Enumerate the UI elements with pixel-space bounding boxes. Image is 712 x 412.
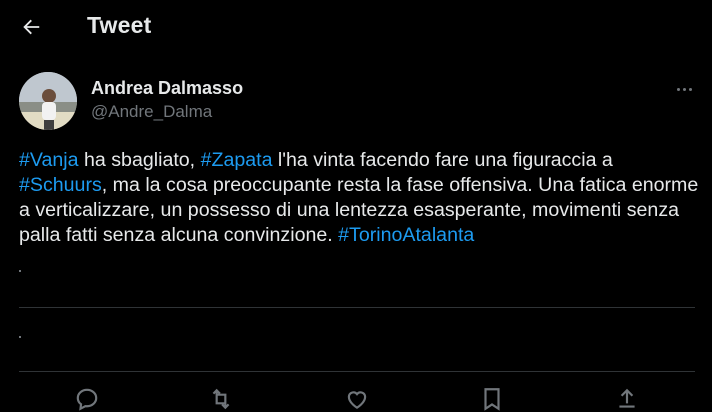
- author-name[interactable]: Andrea Dalmasso: [91, 78, 243, 99]
- retweet-icon: [212, 388, 230, 410]
- more-options-button[interactable]: [672, 80, 696, 98]
- share-button[interactable]: [614, 386, 640, 412]
- avatar-photo: [19, 72, 77, 130]
- reply-icon: [76, 388, 98, 411]
- more-dot-icon: [688, 87, 692, 91]
- more-dot-icon: [682, 87, 686, 91]
- tweet-segment[interactable]: #Zapata: [201, 149, 273, 171]
- author-handle[interactable]: @Andre_Dalma: [91, 102, 212, 122]
- separator-dot: [19, 336, 21, 338]
- tweet-segment: ha sbagliato,: [78, 149, 201, 171]
- share-icon: [619, 388, 635, 408]
- tweet-segment[interactable]: #TorinoAtalanta: [338, 224, 474, 246]
- divider: [19, 371, 695, 372]
- avatar[interactable]: [19, 72, 77, 130]
- separator-dot: [19, 270, 21, 272]
- arrow-left-icon: [23, 19, 40, 35]
- back-button[interactable]: [17, 13, 45, 41]
- bookmark-button[interactable]: [479, 386, 505, 412]
- tweet-segment[interactable]: #Schuurs: [19, 174, 102, 196]
- tweet-segment: l'ha vinta facendo fare una figuraccia a: [272, 149, 613, 171]
- like-icon: [347, 391, 367, 409]
- tweet-segment[interactable]: #Vanja: [19, 149, 79, 171]
- reply-button[interactable]: [74, 386, 100, 412]
- action-bar: [0, 380, 712, 412]
- divider: [19, 307, 695, 308]
- more-dot-icon: [676, 87, 680, 91]
- tweet-text: #Vanja ha sbagliato, #Zapata l'ha vinta …: [19, 148, 699, 248]
- like-button[interactable]: [344, 386, 370, 412]
- retweet-button[interactable]: [208, 386, 234, 412]
- top-bar: Tweet: [0, 0, 712, 54]
- bookmark-icon: [484, 388, 500, 411]
- page-title: Tweet: [87, 12, 152, 38]
